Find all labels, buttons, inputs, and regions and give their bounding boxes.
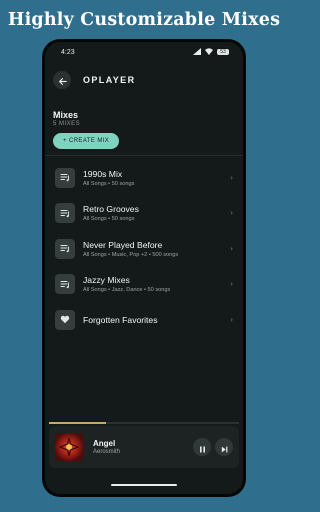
next-button[interactable] (215, 438, 233, 456)
pause-button[interactable] (193, 438, 211, 456)
status-bar: 4:23 53 (45, 42, 243, 62)
mix-item[interactable]: Forgotten Favorites › (45, 302, 243, 338)
chevron-right-icon: › (230, 280, 233, 289)
track-title: Angel (93, 439, 116, 448)
mix-meta: All Songs • 50 songs (83, 180, 135, 187)
status-time: 4:23 (61, 48, 75, 56)
mix-item[interactable]: 1990s Mix All Songs • 50 songs › (45, 160, 243, 196)
promo-title: Highly Customizable Mixes (7, 10, 281, 30)
mini-player[interactable]: Angel Aerosmith (49, 426, 239, 468)
app-screen: 4:23 53 OPLAYER Mixes 5 MIXES + CREATE M… (45, 42, 243, 494)
chevron-right-icon: › (230, 209, 233, 218)
mix-item[interactable]: Never Played Before All Songs • Music, P… (45, 231, 243, 267)
mix-name: Jazzy Mixes (83, 275, 130, 286)
playback-progress-fill (49, 422, 106, 424)
home-indicator[interactable] (111, 483, 177, 486)
wifi-icon (205, 47, 213, 57)
mix-name: Retro Grooves (83, 204, 139, 215)
playlist-icon (55, 238, 75, 259)
album-art (55, 433, 83, 461)
mix-meta: All Songs • 50 songs (83, 216, 135, 223)
back-button[interactable] (53, 71, 71, 89)
mix-meta: All Songs • Music, Pop +2 • 500 songs (83, 251, 179, 258)
create-mix-button[interactable]: + CREATE MIX (53, 133, 120, 149)
playback-progress[interactable] (49, 422, 239, 424)
skip-next-icon (221, 438, 228, 457)
battery-icon: 53 (217, 49, 229, 55)
pause-icon (199, 438, 206, 457)
mix-item[interactable]: Jazzy Mixes All Songs • Jazz, Dance • 50… (45, 267, 243, 303)
signal-icon (193, 47, 201, 57)
app-title: OPLAYER (83, 75, 136, 85)
arrow-left-icon (58, 71, 67, 90)
playlist-icon (55, 167, 75, 188)
divider (45, 155, 243, 156)
playlist-icon (55, 203, 75, 224)
mix-name: 1990s Mix (83, 168, 123, 179)
app-bar: OPLAYER (45, 66, 243, 94)
track-artist: Aerosmith (93, 449, 121, 455)
section-title: Mixes (53, 110, 79, 120)
mix-list: 1990s Mix All Songs • 50 songs › Retro G… (45, 160, 243, 338)
chevron-right-icon: › (230, 244, 233, 253)
phone-frame: 4:23 53 OPLAYER Mixes 5 MIXES + CREATE M… (42, 39, 246, 497)
mix-meta: All Songs • Jazz, Dance • 50 songs (83, 287, 171, 294)
mix-item[interactable]: Retro Grooves All Songs • 50 songs › (45, 196, 243, 232)
mix-name: Forgotten Favorites (83, 314, 158, 325)
chevron-right-icon: › (230, 173, 233, 182)
chevron-right-icon: › (230, 315, 233, 324)
mix-count: 5 MIXES (53, 121, 81, 127)
playlist-icon (55, 274, 75, 295)
heart-icon (55, 309, 75, 330)
mix-name: Never Played Before (83, 239, 163, 250)
